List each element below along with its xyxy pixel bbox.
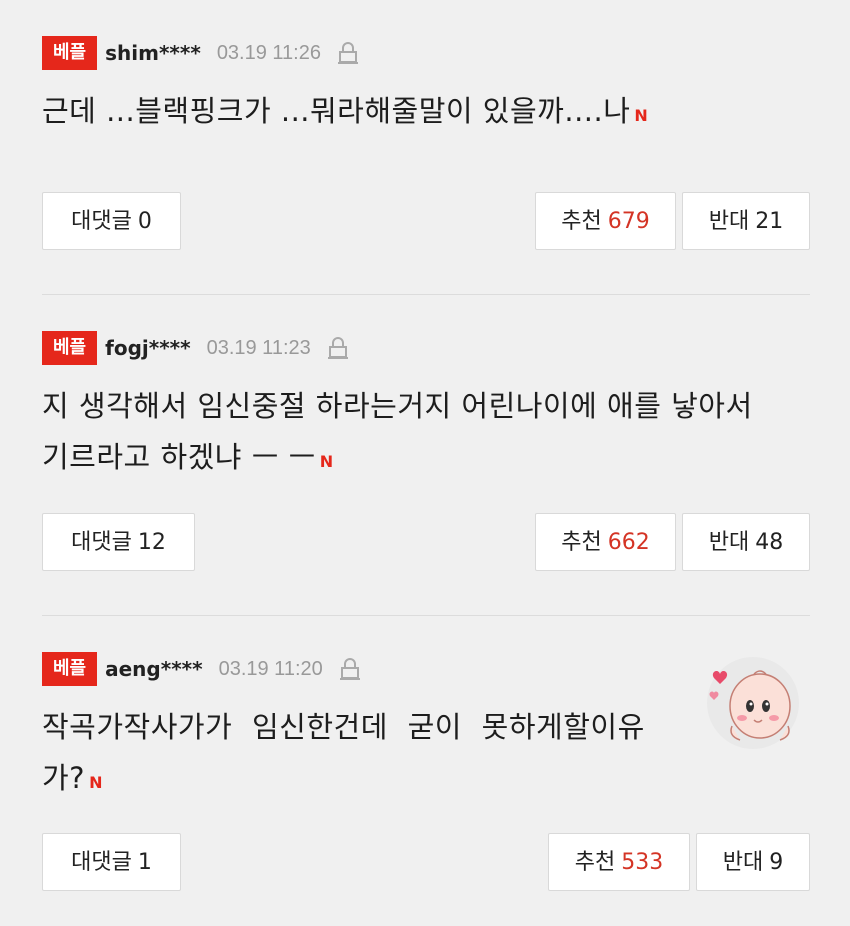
timestamp: 03.19 11:20: [218, 657, 323, 680]
reply-button[interactable]: 대댓글 12: [42, 513, 195, 571]
like-button[interactable]: 추천 662: [535, 513, 676, 571]
comment-item: 베플 fogj**** 03.19 11:23 지 생각해서 임신중절 하라는거…: [0, 295, 850, 615]
comment-header: 베플 fogj**** 03.19 11:23: [42, 331, 349, 365]
lock-icon[interactable]: [337, 41, 359, 65]
comment-text-line: 가?: [42, 761, 86, 795]
lock-icon[interactable]: [327, 336, 349, 360]
username[interactable]: aeng****: [105, 657, 202, 681]
timestamp: 03.19 11:26: [216, 41, 321, 64]
timestamp: 03.19 11:23: [206, 336, 311, 359]
dislike-label: 반대: [708, 209, 750, 234]
username[interactable]: shim****: [105, 41, 201, 65]
dislike-button[interactable]: 반대 21: [682, 192, 810, 250]
reply-count: 1: [137, 850, 152, 875]
like-count: 533: [621, 850, 664, 875]
comment-text: 지 생각해서 임신중절 하라는거지 어린나이에 애를 낳아서 기르라고 하겠냐 …: [42, 381, 753, 487]
comment-item: 베플 aeng**** 03.19 11:20 작곡가작사가가 임신한건데 굳이…: [0, 616, 850, 926]
comment-text-line: 작곡가작사가가 임신한건데 굳이 못하게할이유: [42, 710, 645, 744]
comment-text: 작곡가작사가가 임신한건데 굳이 못하게할이유 가? N: [42, 702, 702, 808]
comment-text-line: 지 생각해서 임신중절 하라는거지 어린나이에 애를 낳아서: [42, 389, 753, 423]
like-label: 추천: [561, 530, 602, 555]
like-count: 662: [607, 530, 650, 555]
like-button[interactable]: 추천 533: [548, 833, 690, 891]
like-button[interactable]: 추천 679: [535, 192, 676, 250]
dislike-label: 반대: [708, 530, 750, 555]
like-count: 679: [607, 209, 650, 234]
reply-button[interactable]: 대댓글 0: [42, 192, 181, 250]
dislike-button[interactable]: 반대 48: [682, 513, 810, 571]
comment-item: 베플 shim**** 03.19 11:26 근데 ...블랙핑크가 ...뭐…: [0, 0, 850, 294]
reply-label: 대댓글: [71, 850, 132, 875]
best-badge: 베플: [42, 331, 98, 365]
comment-header: 베플 aeng**** 03.19 11:20: [42, 652, 361, 686]
like-label: 추천: [561, 209, 602, 234]
reply-count: 0: [137, 209, 152, 234]
sticker-character: [706, 656, 800, 750]
dislike-count: 48: [755, 530, 784, 555]
new-icon: N: [634, 106, 649, 125]
new-icon: N: [319, 452, 334, 471]
reply-label: 대댓글: [71, 209, 132, 234]
reply-label: 대댓글: [71, 530, 132, 555]
reply-button[interactable]: 대댓글 1: [42, 833, 181, 891]
like-label: 추천: [574, 850, 616, 875]
best-badge: 베플: [42, 36, 98, 70]
username[interactable]: fogj****: [105, 336, 190, 360]
comment-text-line: 근데 ...블랙핑크가 ...뭐라해줄말이 있을까....나: [42, 94, 631, 128]
comment-text-line: 기르라고 하겠냐 ㅡ ㅡ: [42, 440, 316, 474]
best-badge: 베플: [42, 652, 98, 686]
lock-icon[interactable]: [339, 657, 361, 681]
comment-text: 근데 ...블랙핑크가 ...뭐라해줄말이 있을까....나 N: [42, 86, 648, 141]
dislike-count: 21: [755, 209, 784, 234]
dislike-button[interactable]: 반대 9: [696, 833, 810, 891]
reply-count: 12: [137, 530, 166, 555]
dislike-label: 반대: [722, 850, 764, 875]
new-icon: N: [89, 773, 103, 792]
comment-header: 베플 shim**** 03.19 11:26: [42, 36, 359, 70]
dislike-count: 9: [769, 850, 784, 875]
